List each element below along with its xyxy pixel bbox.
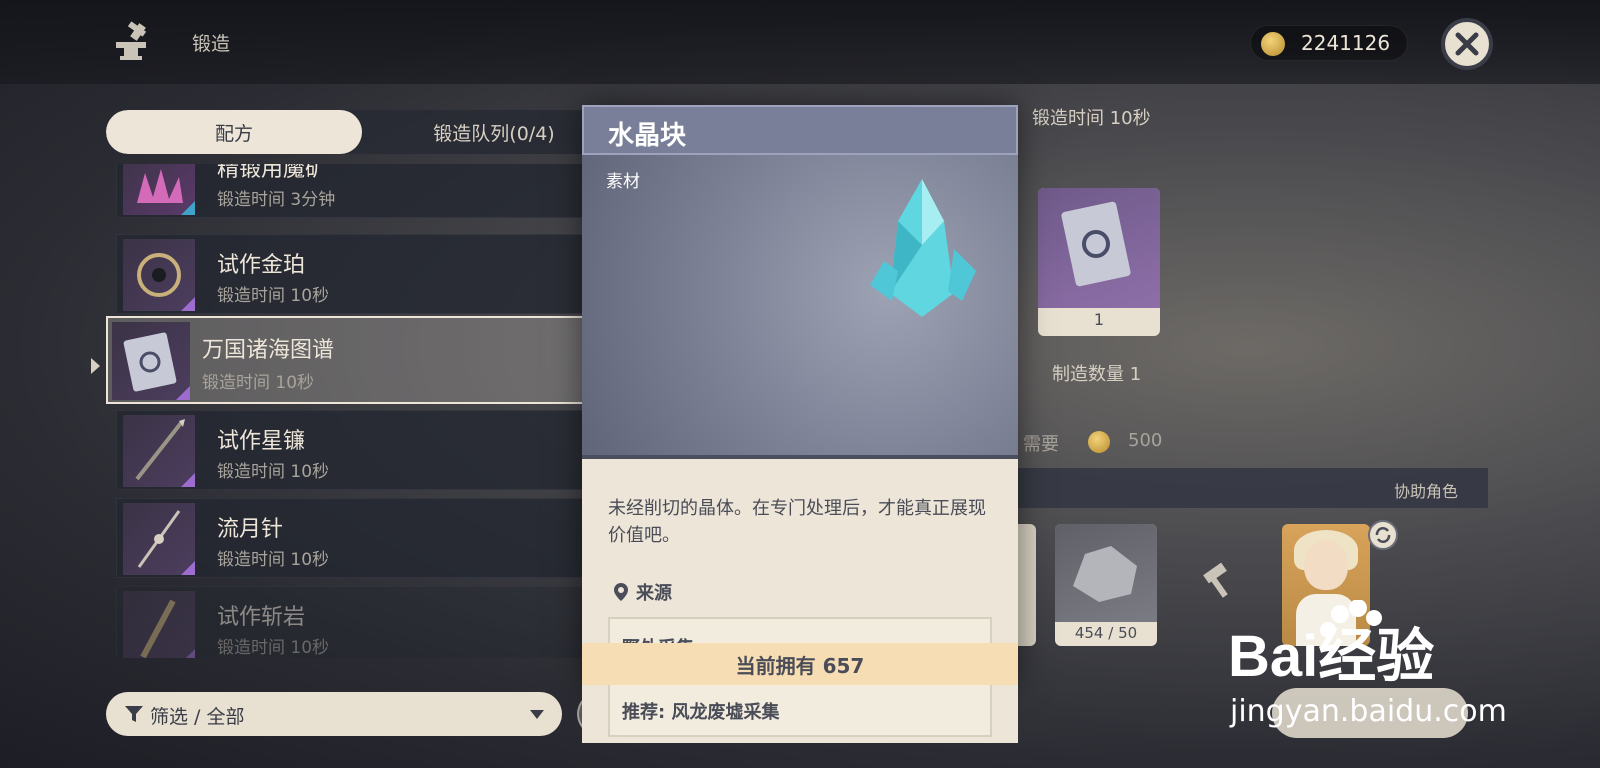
item-name: 精锻用魔矿 [217, 164, 328, 182]
list-item[interactable]: 流月针 锻造时间 10秒 [116, 498, 590, 578]
baidu-watermark-logo: Bai经验 [1228, 600, 1434, 689]
anvil-icon [116, 21, 147, 60]
location-pin-icon [614, 583, 628, 601]
mora-coin-icon [1088, 431, 1110, 453]
materials-header: 协助角色 [1018, 468, 1488, 508]
owned-count: 当前拥有 657 [735, 653, 865, 678]
item-name: 流月针 [217, 517, 284, 542]
popup-body: 未经削切的晶体。在专门处理后，才能真正展现价值吧。 来源 野外采集 推荐: 风龙… [582, 459, 1018, 743]
item-title: 水晶块 [608, 121, 687, 151]
product-image [1038, 188, 1160, 308]
list-item[interactable]: 试作星镰 锻造时间 10秒 [116, 410, 590, 490]
ore-chunk-icon [1073, 546, 1137, 602]
item-thumbnail [112, 322, 190, 400]
item-time: 锻造时间 3分钟 [217, 190, 336, 210]
chevron-down-icon [530, 710, 544, 719]
material-count: 454 / 50 [1074, 624, 1138, 642]
item-time: 锻造时间 10秒 [202, 373, 315, 393]
list-item[interactable]: 试作金珀 锻造时间 10秒 [116, 234, 590, 314]
item-name: 试作星镰 [217, 429, 306, 454]
assist-label: 协助角色 [1393, 482, 1458, 501]
tab-bar: 配方 锻造队列(0/4) [106, 110, 626, 154]
material-card-partial[interactable] [1018, 524, 1036, 646]
rarity-corner [181, 473, 195, 487]
item-description: 未经削切的晶体。在专门处理后，才能真正展现价值吧。 [608, 498, 986, 546]
item-name: 万国诸海图谱 [202, 338, 335, 363]
list-item[interactable]: 试作斩岩 锻造时间 10秒 [116, 586, 590, 658]
recipe-list[interactable]: 精锻用魔矿 锻造时间 3分钟 试作金珀 锻造时间 10秒 万国诸海图谱 锻造时间… [106, 164, 590, 658]
rarity-corner [176, 386, 190, 400]
material-image [1055, 524, 1157, 622]
filter-dropdown[interactable]: 筛选 / 全部 [106, 692, 562, 736]
item-thumbnail [123, 415, 195, 487]
swap-character-button[interactable] [1368, 520, 1398, 550]
item-time: 锻造时间 10秒 [217, 550, 330, 570]
source-label: 来源 [636, 583, 672, 604]
book-icon [1061, 201, 1131, 287]
item-detail-popup: 水晶块 素材 未经削切的晶体。在专门处理后，才能真正展现价值吧。 来源 野外采集… [582, 105, 1018, 743]
rarity-corner [181, 297, 195, 311]
item-name: 试作金珀 [217, 253, 306, 278]
source-entry[interactable]: 推荐: 风龙废墟采集 [608, 681, 992, 737]
product-count: 1 [1093, 310, 1105, 329]
rarity-corner [181, 649, 195, 658]
list-item-selected[interactable]: 万国诸海图谱 锻造时间 10秒 [106, 316, 590, 404]
product-card[interactable]: 1 [1038, 188, 1160, 336]
mora-counter: 2241126 [1250, 25, 1408, 61]
close-icon [1455, 32, 1479, 56]
owned-footer: 当前拥有 657 [582, 643, 1018, 685]
refresh-icon [1375, 527, 1391, 543]
selected-arrow-icon [91, 358, 100, 374]
filter-icon [125, 706, 143, 722]
forge-time: 锻造时间 10秒 [1032, 108, 1151, 129]
item-thumbnail [123, 164, 195, 215]
avatar-face [1304, 540, 1348, 590]
list-item[interactable]: 精锻用魔矿 锻造时间 3分钟 [116, 164, 590, 218]
rarity-corner [181, 201, 195, 215]
item-thumbnail [123, 591, 195, 658]
tab-recipes[interactable]: 配方 [106, 110, 362, 154]
item-thumbnail [123, 503, 195, 575]
item-time: 锻造时间 10秒 [217, 286, 330, 306]
item-time: 锻造时间 10秒 [217, 462, 330, 482]
popup-hero: 素材 [582, 155, 1018, 459]
item-name: 试作斩岩 [217, 605, 306, 630]
source-heading: 来源 [614, 579, 672, 605]
crystal-chunk-icon [870, 179, 976, 317]
close-button[interactable] [1441, 18, 1493, 70]
mora-value: 2241126 [1301, 31, 1391, 55]
popup-header: 水晶块 [582, 105, 1018, 155]
item-thumbnail [123, 239, 195, 311]
need-label: 需要 [1023, 434, 1059, 455]
hammer-icon [1203, 562, 1228, 598]
claymore-icon [140, 599, 176, 658]
filter-label: 筛选 / 全部 [150, 706, 245, 728]
rarity-corner [181, 561, 195, 575]
item-type: 素材 [606, 172, 640, 192]
mora-coin-icon [1261, 32, 1285, 56]
quantity-label: 制造数量 1 [1052, 364, 1142, 385]
top-bar: 锻造 2241126 [0, 0, 1600, 84]
page-title: 锻造 [192, 33, 231, 55]
source-text: 推荐: 风龙废墟采集 [622, 702, 780, 723]
item-time: 锻造时间 10秒 [217, 638, 330, 658]
cost-value: 500 [1128, 430, 1163, 451]
watermark-brand: Bai经验 [1228, 624, 1434, 689]
watermark-url: jingyan.baidu.com [1230, 694, 1507, 729]
material-card[interactable]: 454 / 50 [1055, 524, 1157, 646]
